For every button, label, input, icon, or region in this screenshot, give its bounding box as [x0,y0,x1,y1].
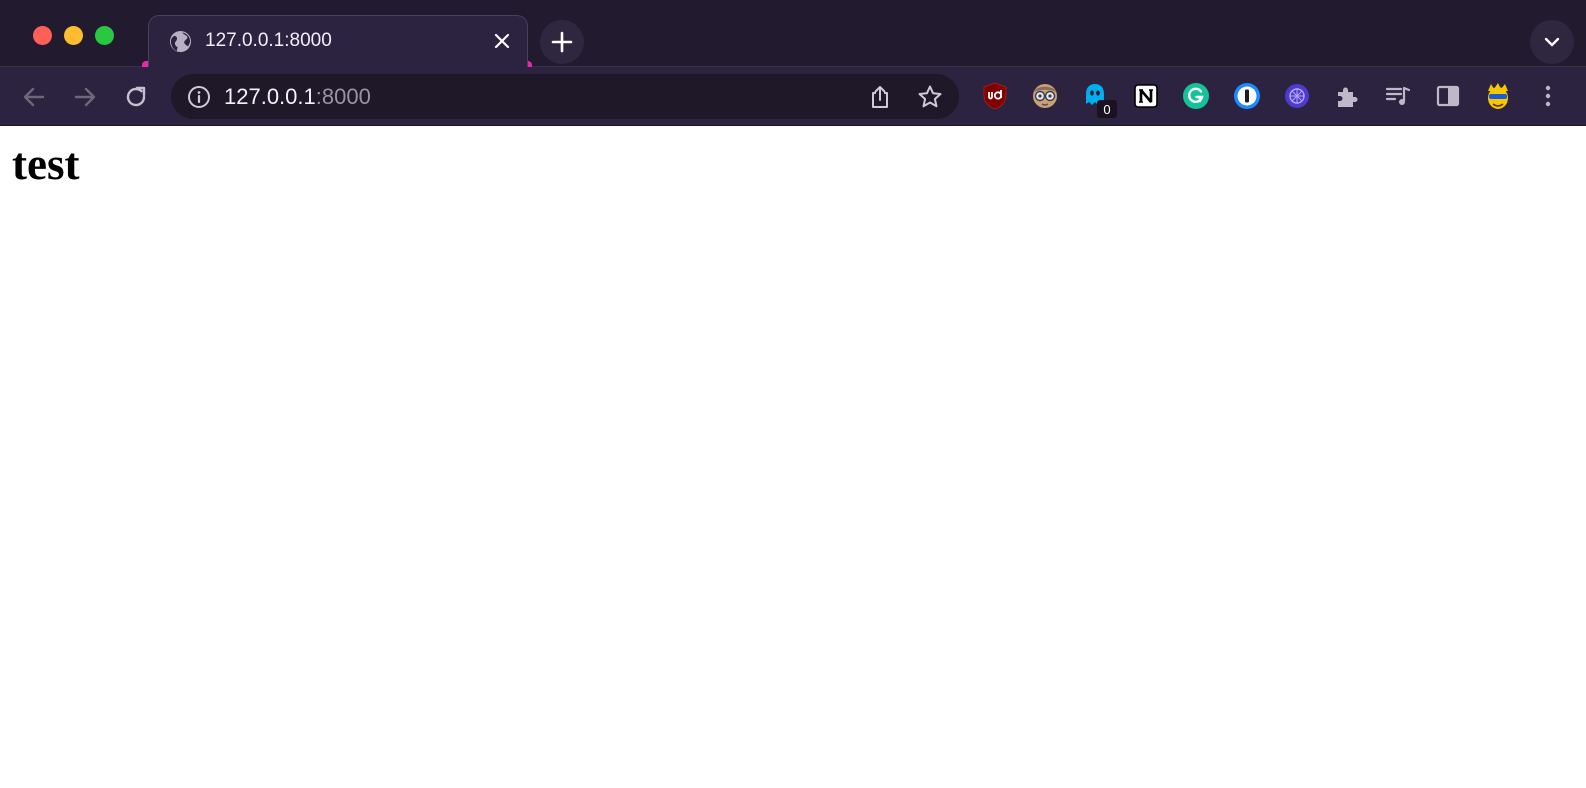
grammarly-icon [1183,83,1209,109]
close-icon [494,33,510,49]
reload-icon [126,86,146,107]
share-icon[interactable] [867,84,893,110]
side-panel-icon [1436,85,1460,107]
notion-button[interactable] [1131,81,1161,111]
purple-extension-button[interactable] [1282,81,1312,111]
forward-button[interactable] [68,80,102,114]
kebab-menu-icon [1545,85,1551,107]
side-panel-button[interactable] [1433,81,1463,111]
glasses-avatar-icon [1033,84,1057,108]
profile-button[interactable] [1483,81,1513,111]
chevron-down-icon [1544,37,1560,47]
tab-active[interactable]: 127.0.0.1:8000 [148,15,528,67]
close-window-button[interactable] [33,26,52,45]
grammarly-button[interactable] [1181,81,1211,111]
media-queue-icon [1385,86,1411,105]
ghostery-count-badge: 0 [1097,100,1117,118]
maximize-window-button[interactable] [95,26,114,45]
ublock-origin-icon [983,82,1007,110]
tab-search-button[interactable] [1530,20,1574,64]
tab-strip: 127.0.0.1:8000 [0,0,1586,67]
media-controls-button[interactable] [1383,81,1413,111]
star-icon[interactable] [917,84,943,110]
puzzle-icon [1338,87,1358,107]
browser-toolbar: 127.0.0.1:8000 [0,67,1586,126]
tab-title: 127.0.0.1:8000 [205,30,332,51]
back-button[interactable] [17,80,51,114]
globe-icon [169,30,192,53]
arrow-left-icon [23,87,45,107]
new-tab-button[interactable] [540,20,584,64]
url-text[interactable]: 127.0.0.1:8000 [224,84,371,110]
info-icon[interactable] [187,85,211,109]
url-port: :8000 [315,84,371,109]
window-controls [33,26,114,45]
arrow-right-icon [74,87,96,107]
page-heading: test [12,139,80,189]
page-viewport: test [0,127,1586,788]
minimize-window-button[interactable] [64,26,83,45]
url-host: 127.0.0.1 [224,84,316,109]
1password-button[interactable] [1232,81,1262,111]
notion-icon [1134,84,1158,108]
browser-window: 127.0.0.1:8000 127.0.0.1:8000 0 test [0,0,1586,788]
address-bar[interactable]: 127.0.0.1:8000 [171,74,959,119]
purple-extension-icon [1285,84,1309,108]
1password-icon [1234,83,1260,109]
plus-icon [551,31,573,53]
profile-avatar-icon [1488,83,1508,109]
close-tab-button[interactable] [491,30,513,52]
glasses-avatar-button[interactable] [1030,81,1060,111]
browser-menu-button[interactable] [1533,81,1563,111]
ublock-origin-button[interactable] [980,81,1010,111]
extensions-button[interactable] [1332,81,1362,111]
reload-button[interactable] [119,80,153,114]
